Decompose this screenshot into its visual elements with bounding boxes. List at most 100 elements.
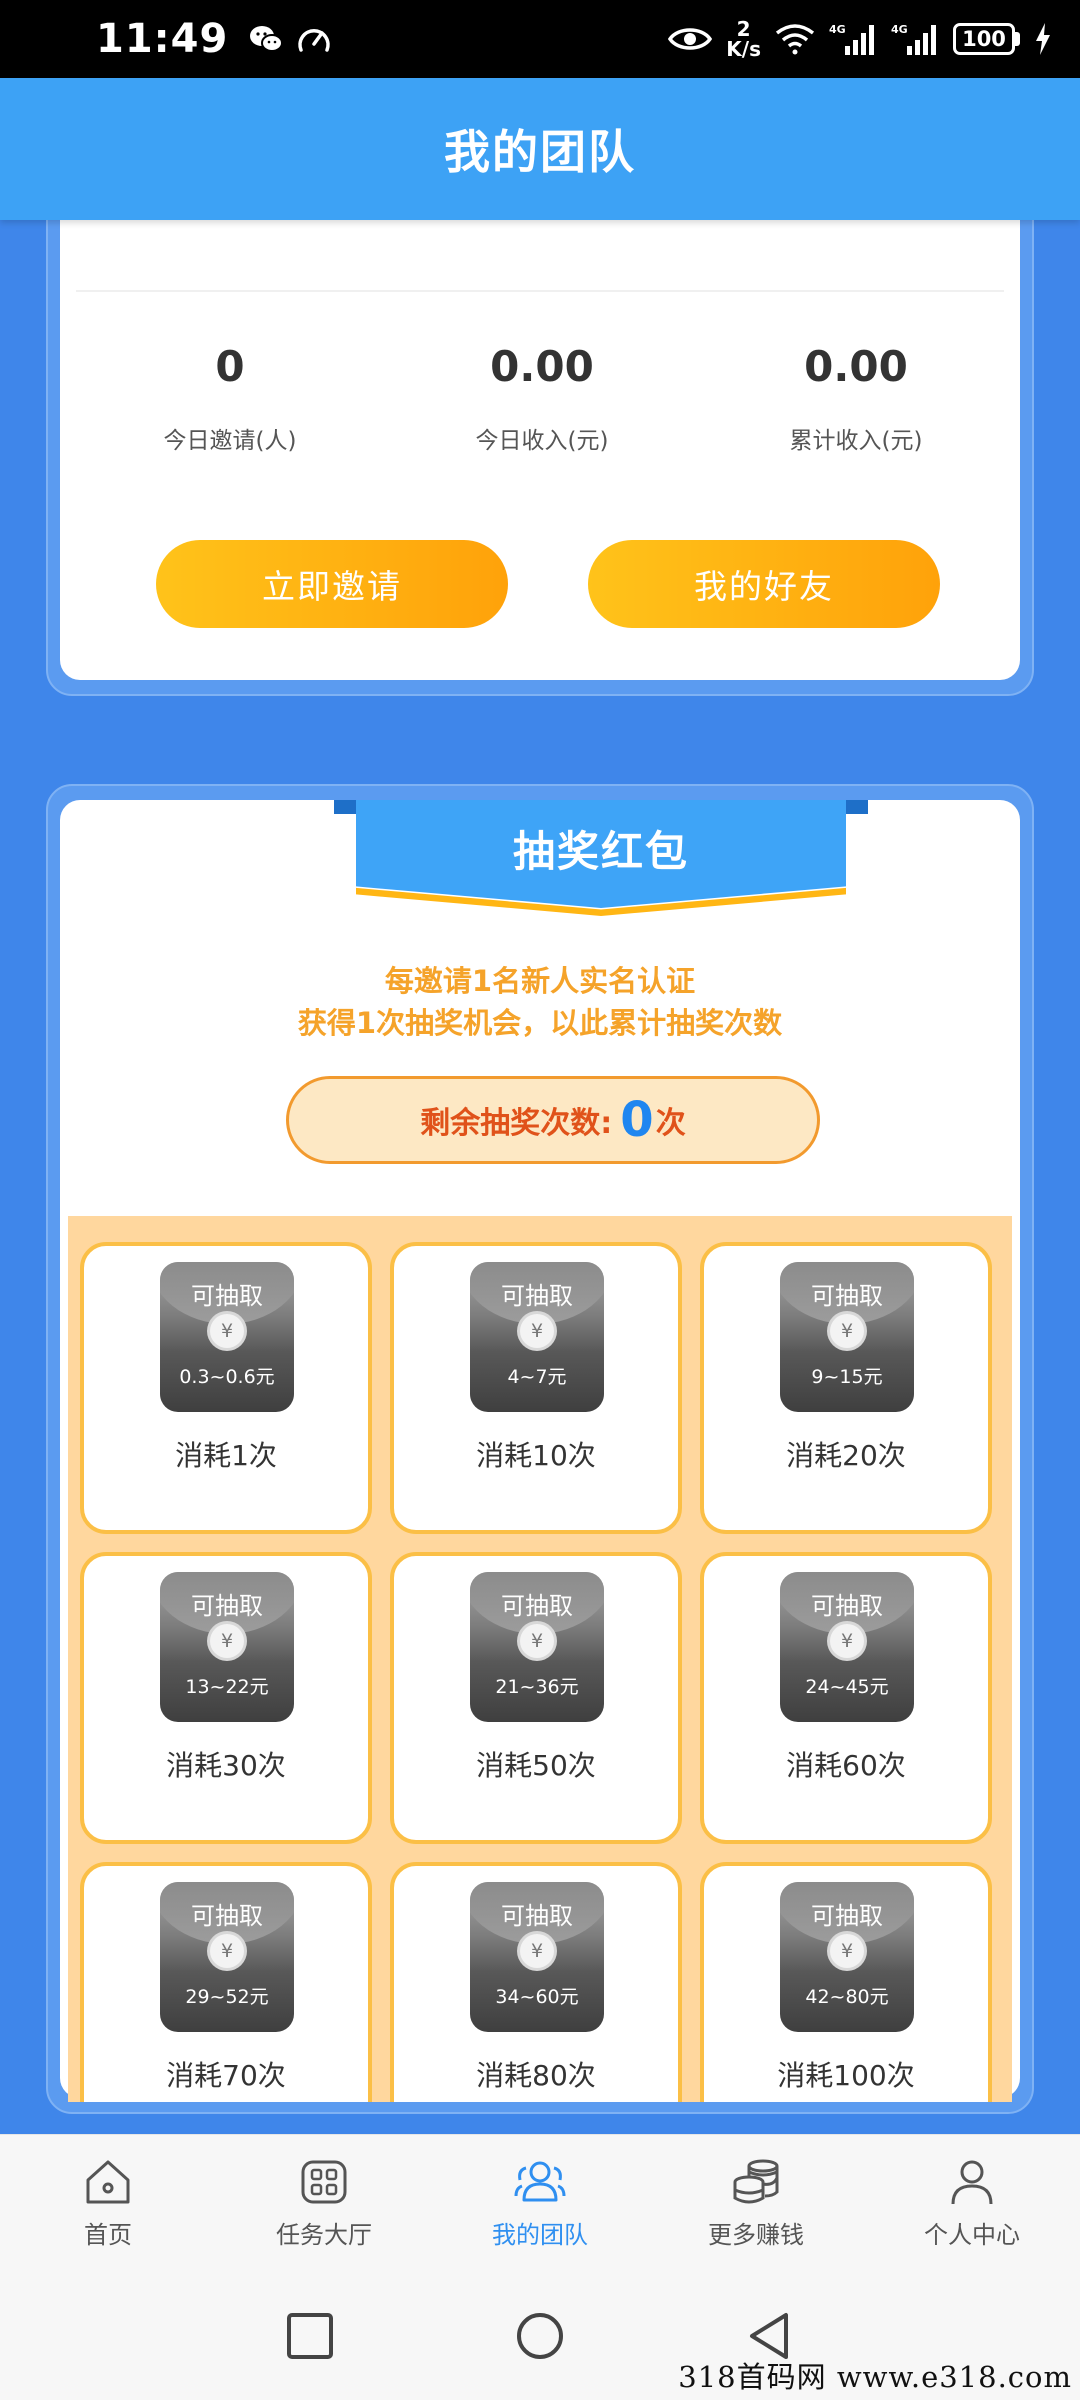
lottery-title: 抽奖红包 xyxy=(512,827,689,876)
stats-card-body: 0 今日邀请(人) 0.00 今日收入(元) 0.00 累计收入(元) 立即邀请… xyxy=(60,152,1020,680)
charging-icon xyxy=(1036,23,1050,55)
speedometer-icon xyxy=(298,29,331,52)
net-speed: 2 K/s xyxy=(726,17,761,61)
lottery-card-body: 抽奖红包 每邀请1名新人实名认证 获得1次抽奖机会，以此累计抽奖次数 剩余抽奖次… xyxy=(60,800,1020,2102)
red-envelope-icon: 可抽取 ¥ 0.3~0.6元 xyxy=(160,1262,294,1412)
stat-label: 今日邀请(人) xyxy=(163,428,297,454)
lottery-rule-line1: 每邀请1名新人实名认证 xyxy=(384,964,696,998)
status-left-icons xyxy=(248,22,332,56)
signal-icon: 4G xyxy=(829,23,874,55)
grid-icon xyxy=(216,2157,432,2207)
stat-label: 累计收入(元) xyxy=(789,428,923,454)
eye-icon xyxy=(668,28,713,50)
prize-cell[interactable]: 可抽取 ¥ 42~80元 消耗100次 xyxy=(700,1862,992,2102)
divider xyxy=(76,290,1004,292)
prize-cell[interactable]: 可抽取 ¥ 34~60元 消耗80次 xyxy=(390,1862,682,2102)
nav-label: 我的团队 xyxy=(492,2221,588,2249)
envelope-title: 可抽取 xyxy=(811,1592,883,1620)
red-envelope-icon: 可抽取 ¥ 29~52元 xyxy=(160,1882,294,2032)
envelope-title: 可抽取 xyxy=(191,1902,263,1930)
yuan-coin-icon: ¥ xyxy=(520,1314,554,1348)
wifi-icon xyxy=(775,24,815,55)
red-envelope-icon: 可抽取 ¥ 9~15元 xyxy=(780,1262,914,1412)
red-envelope-icon: 可抽取 ¥ 34~60元 xyxy=(470,1882,604,2032)
wechat-icon xyxy=(250,26,284,52)
nav-item-my-team[interactable]: 我的团队 xyxy=(432,2157,648,2250)
envelope-title: 可抽取 xyxy=(191,1592,263,1620)
envelope-title: 可抽取 xyxy=(501,1592,573,1620)
status-time: 11:49 xyxy=(96,16,229,62)
prize-cost: 消耗30次 xyxy=(166,1749,286,1782)
yuan-coin-icon: ¥ xyxy=(830,1624,864,1658)
nav-item-earn-more[interactable]: 更多赚钱 xyxy=(648,2157,864,2250)
prize-cell[interactable]: 可抽取 ¥ 29~52元 消耗70次 xyxy=(80,1862,372,2102)
prize-cell[interactable]: 可抽取 ¥ 9~15元 消耗20次 xyxy=(700,1242,992,1534)
nav-item-home[interactable]: 首页 xyxy=(0,2157,216,2250)
lottery-card: 抽奖红包 每邀请1名新人实名认证 获得1次抽奖机会，以此累计抽奖次数 剩余抽奖次… xyxy=(46,784,1034,2114)
prize-range: 13~22元 xyxy=(185,1676,269,1698)
status-bar: 11:49 2 K/s 4G 4G 100 xyxy=(0,0,1080,78)
prize-cost: 消耗10次 xyxy=(476,1439,596,1472)
invite-now-button[interactable]: 立即邀请 xyxy=(156,540,508,628)
stat-total-income: 0.00 累计收入(元) xyxy=(706,342,1006,455)
stat-today-invites: 0 今日邀请(人) xyxy=(80,342,380,455)
person-icon xyxy=(864,2157,1080,2207)
prize-cost: 消耗70次 xyxy=(166,2059,286,2092)
red-envelope-icon: 可抽取 ¥ 24~45元 xyxy=(780,1572,914,1722)
bottom-nav: 首页 任务大厅 我的团队 更多赚钱 个人中心 xyxy=(0,2134,1080,2280)
remaining-count: 0 xyxy=(620,1092,654,1148)
prize-range: 42~80元 xyxy=(805,1986,889,2008)
watermark: 318首码网 www.e318.com xyxy=(678,2360,1072,2394)
nav-item-task-hall[interactable]: 任务大厅 xyxy=(216,2157,432,2250)
prize-cost: 消耗50次 xyxy=(476,1749,596,1782)
prize-cost: 消耗100次 xyxy=(777,2059,915,2092)
prize-range: 9~15元 xyxy=(811,1366,883,1388)
red-envelope-icon: 可抽取 ¥ 42~80元 xyxy=(780,1882,914,2032)
prize-range: 29~52元 xyxy=(185,1986,269,2008)
remaining-label: 剩余抽奖次数: xyxy=(420,1106,613,1141)
yuan-coin-icon: ¥ xyxy=(210,1314,244,1348)
prize-range: 24~45元 xyxy=(805,1676,889,1698)
yuan-coin-icon: ¥ xyxy=(210,1934,244,1968)
stats-card: 0 今日邀请(人) 0.00 今日收入(元) 0.00 累计收入(元) 立即邀请… xyxy=(46,150,1034,696)
yuan-coin-icon: ¥ xyxy=(520,1934,554,1968)
envelope-title: 可抽取 xyxy=(811,1282,883,1310)
svg-text:4G: 4G xyxy=(891,23,908,36)
prize-cell[interactable]: 可抽取 ¥ 24~45元 消耗60次 xyxy=(700,1552,992,1844)
envelope-title: 可抽取 xyxy=(501,1902,573,1930)
prize-range: 21~36元 xyxy=(495,1676,579,1698)
envelope-title: 可抽取 xyxy=(191,1282,263,1310)
lottery-rule-line2: 获得1次抽奖机会，以此累计抽奖次数 xyxy=(297,1006,783,1040)
recents-square-icon[interactable] xyxy=(284,2310,336,2362)
nav-label: 首页 xyxy=(84,2221,132,2249)
red-envelope-icon: 可抽取 ¥ 4~7元 xyxy=(470,1262,604,1412)
prize-range: 4~7元 xyxy=(507,1366,567,1388)
envelope-title: 可抽取 xyxy=(501,1282,573,1310)
yuan-coin-icon: ¥ xyxy=(830,1934,864,1968)
prize-cost: 消耗60次 xyxy=(786,1749,906,1782)
envelope-title: 可抽取 xyxy=(811,1902,883,1930)
battery-icon: 100 xyxy=(953,23,1020,55)
prize-cost: 消耗20次 xyxy=(786,1439,906,1472)
stat-value: 0.00 xyxy=(490,342,594,391)
battery-level: 100 xyxy=(953,23,1015,55)
my-friends-button[interactable]: 我的好友 xyxy=(588,540,940,628)
prize-cost: 消耗80次 xyxy=(476,2059,596,2092)
red-envelope-icon: 可抽取 ¥ 13~22元 xyxy=(160,1572,294,1722)
prize-cell[interactable]: 可抽取 ¥ 21~36元 消耗50次 xyxy=(390,1552,682,1844)
ribbon-wing-left xyxy=(334,800,356,814)
nav-item-profile[interactable]: 个人中心 xyxy=(864,2157,1080,2250)
prize-cell[interactable]: 可抽取 ¥ 0.3~0.6元 消耗1次 xyxy=(80,1242,372,1534)
stat-value: 0.00 xyxy=(804,342,908,391)
coins-icon xyxy=(648,2157,864,2207)
home-circle-icon[interactable] xyxy=(514,2310,566,2362)
nav-label: 更多赚钱 xyxy=(708,2221,804,2249)
page-title: 我的团队 xyxy=(444,125,636,179)
remaining-draws-badge: 剩余抽奖次数: 0 次 xyxy=(286,1076,820,1164)
status-right-icons: 2 K/s 4G 4G 100 xyxy=(668,19,1052,59)
prize-cell[interactable]: 可抽取 ¥ 4~7元 消耗10次 xyxy=(390,1242,682,1534)
yuan-coin-icon: ¥ xyxy=(210,1624,244,1658)
prize-cell[interactable]: 可抽取 ¥ 13~22元 消耗30次 xyxy=(80,1552,372,1844)
home-icon xyxy=(0,2157,216,2207)
yuan-coin-icon: ¥ xyxy=(830,1314,864,1348)
